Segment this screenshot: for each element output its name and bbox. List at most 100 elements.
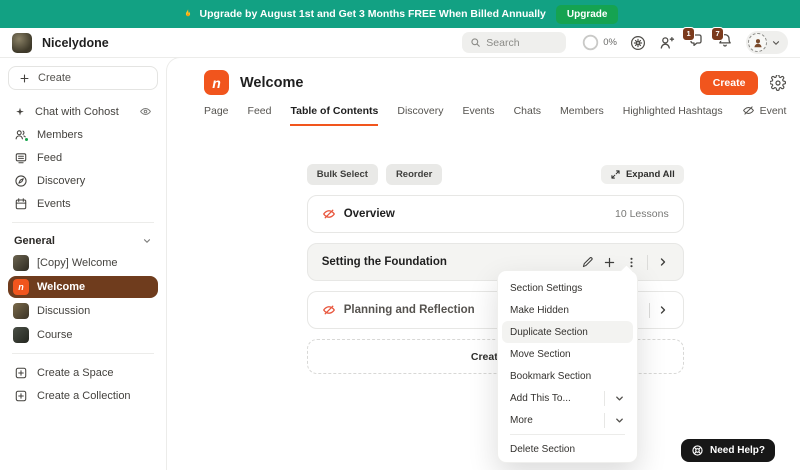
invite-member-icon[interactable] <box>659 35 675 51</box>
plus-square-icon <box>14 389 28 403</box>
upgrade-button[interactable]: Upgrade <box>555 4 619 24</box>
tab-members[interactable]: Members <box>560 105 604 126</box>
divider <box>646 254 648 270</box>
gear-circle-icon[interactable] <box>630 35 646 51</box>
search-input[interactable] <box>486 36 557 49</box>
lifebuoy-icon <box>691 444 704 457</box>
tab-discovery[interactable]: Discovery <box>397 105 443 126</box>
sidebar-space-course[interactable]: Course <box>8 324 158 346</box>
menu-item-delete-section[interactable]: Delete Section <box>498 438 637 460</box>
tab-page[interactable]: Page <box>204 105 229 126</box>
divider <box>648 302 650 318</box>
sidebar-item-events[interactable]: Events <box>8 192 158 215</box>
sidebar-create-button[interactable]: Create <box>8 66 158 90</box>
sidebar-item-label: Create a Collection <box>37 389 131 402</box>
notifications-button[interactable]: 7 <box>711 27 733 53</box>
add-lesson-icon[interactable] <box>603 256 616 269</box>
tab-chats[interactable]: Chats <box>514 105 541 126</box>
sidebar-item-label: Feed <box>37 151 63 164</box>
tab-feed[interactable]: Feed <box>248 105 272 126</box>
sidebar-item-label: Create a Space <box>37 366 114 379</box>
eye-icon <box>139 105 152 118</box>
menu-item-bookmark-section[interactable]: Bookmark Section <box>498 365 637 387</box>
space-thumbnail <box>13 255 29 271</box>
chevron-right-icon[interactable] <box>657 256 669 268</box>
sidebar-item-label: Events <box>37 197 71 210</box>
tab-highlighted-hashtags[interactable]: Highlighted Hashtags <box>623 105 723 126</box>
gear-icon[interactable] <box>770 74 787 91</box>
avatar <box>748 33 767 52</box>
menu-item-make-hidden[interactable]: Make Hidden <box>498 299 637 321</box>
tab-event[interactable]: Event <box>742 104 786 126</box>
chevron-down-icon[interactable] <box>614 415 625 426</box>
sidebar-item-label: Chat with Cohost <box>35 105 119 118</box>
sidebar-item-discovery[interactable]: Discovery <box>8 169 158 192</box>
menu-divider <box>510 434 625 435</box>
cohost-sparkle-icon <box>14 106 26 118</box>
profile-progress[interactable]: 0% <box>582 34 617 51</box>
space-icon: n <box>204 70 229 95</box>
space-thumbnail <box>13 303 29 319</box>
sidebar-space-welcome[interactable]: n Welcome <box>8 276 158 298</box>
need-help-button[interactable]: Need Help? <box>680 439 775 462</box>
section-row-overview[interactable]: Overview 10 Lessons <box>306 195 684 233</box>
menu-item-move-section[interactable]: Move Section <box>498 343 637 365</box>
reorder-button[interactable]: Reorder <box>385 164 443 185</box>
sidebar-item-label: Members <box>37 128 83 141</box>
menu-item-add-this-to[interactable]: Add This To... <box>498 387 637 409</box>
tab-events[interactable]: Events <box>462 105 494 126</box>
edit-pencil-icon[interactable] <box>581 256 594 269</box>
tab-table-of-contents[interactable]: Table of Contents <box>290 105 379 126</box>
main-panel: n Welcome Create Page Feed Table of Cont… <box>166 57 800 470</box>
sidebar-group-general[interactable]: General <box>8 230 158 252</box>
sidebar-create-space[interactable]: Create a Space <box>8 361 158 384</box>
space-label: [Copy] Welcome <box>37 257 118 269</box>
sidebar-item-members[interactable]: Members <box>8 123 158 146</box>
chevron-right-icon[interactable] <box>657 304 669 316</box>
progress-percent: 0% <box>603 37 617 48</box>
top-bar: Nicelydone 0% 1 <box>0 27 800 58</box>
section-title: Setting the Foundation <box>321 256 447 268</box>
search-icon <box>470 37 481 48</box>
sidebar-space-copy-welcome[interactable]: [Copy] Welcome <box>8 252 158 274</box>
upgrade-banner: Upgrade by August 1st and Get 3 Months F… <box>0 0 800 28</box>
eye-slash-icon <box>322 303 336 317</box>
search-box[interactable] <box>462 32 567 53</box>
create-button[interactable]: Create <box>699 70 759 95</box>
sidebar-space-discussion[interactable]: Discussion <box>8 300 158 322</box>
expand-all-button[interactable]: Expand All <box>600 165 684 184</box>
app-window: Upgrade by August 1st and Get 3 Months F… <box>0 0 800 470</box>
menu-item-duplicate-section[interactable]: Duplicate Section <box>502 321 633 343</box>
section-title: Planning and Reflection <box>343 304 475 316</box>
space-thumbnail: n <box>13 279 29 295</box>
section-title: Overview <box>343 208 395 220</box>
events-calendar-icon <box>14 197 28 211</box>
chevron-down-icon <box>771 38 781 48</box>
sidebar-divider <box>12 222 154 223</box>
sidebar: Create Chat with Cohost Members Feed Dis… <box>0 58 166 470</box>
sidebar-create-collection[interactable]: Create a Collection <box>8 384 158 407</box>
group-label: General <box>14 235 55 247</box>
sidebar-item-chat-with-cohost[interactable]: Chat with Cohost <box>8 100 158 123</box>
space-label: Discussion <box>37 305 91 317</box>
progress-circle <box>582 34 599 51</box>
space-label: Course <box>37 329 73 341</box>
sidebar-divider <box>12 353 154 354</box>
notifications-badge: 7 <box>711 27 725 41</box>
workspace-name[interactable]: Nicelydone <box>42 36 109 50</box>
account-menu[interactable] <box>746 31 788 54</box>
plus-square-icon <box>14 366 28 380</box>
messages-button[interactable]: 1 <box>682 27 704 53</box>
discovery-compass-icon <box>14 174 28 188</box>
menu-item-section-settings[interactable]: Section Settings <box>498 277 637 299</box>
sidebar-item-feed[interactable]: Feed <box>8 146 158 169</box>
chevron-down-icon <box>142 236 152 246</box>
eye-slash-icon <box>742 104 755 117</box>
banner-message: Upgrade by August 1st and Get 3 Months F… <box>199 8 546 20</box>
menu-item-more[interactable]: More <box>498 409 637 431</box>
tab-bar: Page Feed Table of Contents Discovery Ev… <box>204 104 786 126</box>
bulk-select-button[interactable]: Bulk Select <box>306 164 378 185</box>
members-icon <box>14 128 29 142</box>
workspace-logo[interactable] <box>12 32 32 53</box>
chevron-down-icon[interactable] <box>614 393 625 404</box>
